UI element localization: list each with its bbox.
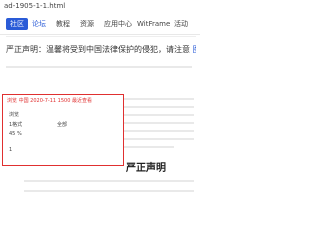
popup-item: 45 % (9, 131, 22, 137)
text-line-placeholder (124, 98, 194, 100)
divider (6, 36, 196, 37)
popup-item: 全部 (57, 122, 68, 128)
article-title-text: 严正声明：温馨将受到中国法律保护的侵犯，请注意 (6, 45, 190, 54)
text-line-placeholder (24, 190, 194, 192)
url-text[interactable]: ad-1905-1-1.html (4, 2, 65, 10)
divider (6, 66, 192, 68)
text-line-placeholder (124, 122, 194, 124)
popup-header: 浏览 中国 2020-7-11 1500 最近查看 (7, 98, 92, 104)
top-navigation: 社区 论坛 教程 资源 应用中心 WitFrame 活动 (0, 14, 200, 35)
text-line-placeholder (24, 180, 194, 182)
article-title: 严正声明：温馨将受到中国法律保护的侵犯，请注意 图 (6, 44, 196, 58)
popup-item: 1 (9, 147, 13, 153)
text-line-placeholder (124, 114, 194, 116)
info-popup[interactable]: 浏览 中国 2020-7-11 1500 最近查看 浏览 1格式 45 % 全部… (2, 94, 124, 166)
nav-item-community[interactable]: 社区 (6, 18, 28, 30)
nav-item-witframe[interactable]: WitFrame (137, 18, 170, 30)
text-line-placeholder (124, 106, 194, 108)
text-line-placeholder (124, 146, 174, 148)
section-title: 严正声明 (126, 163, 166, 174)
nav-item-tutorial[interactable]: 教程 (56, 18, 70, 30)
nav-item-app-center[interactable]: 应用中心 (104, 18, 132, 30)
nav-item-forum[interactable]: 论坛 (32, 18, 46, 30)
nav-item-events[interactable]: 活动 (174, 18, 188, 30)
text-line-placeholder (124, 138, 194, 140)
address-bar[interactable]: ad-1905-1-1.html (0, 0, 200, 15)
text-line-placeholder (124, 130, 194, 132)
article-title-suffix: 图 (193, 45, 196, 54)
popup-item: 浏览 (9, 112, 20, 118)
popup-item: 1格式 (9, 122, 23, 128)
nav-item-resources[interactable]: 资源 (80, 18, 94, 30)
